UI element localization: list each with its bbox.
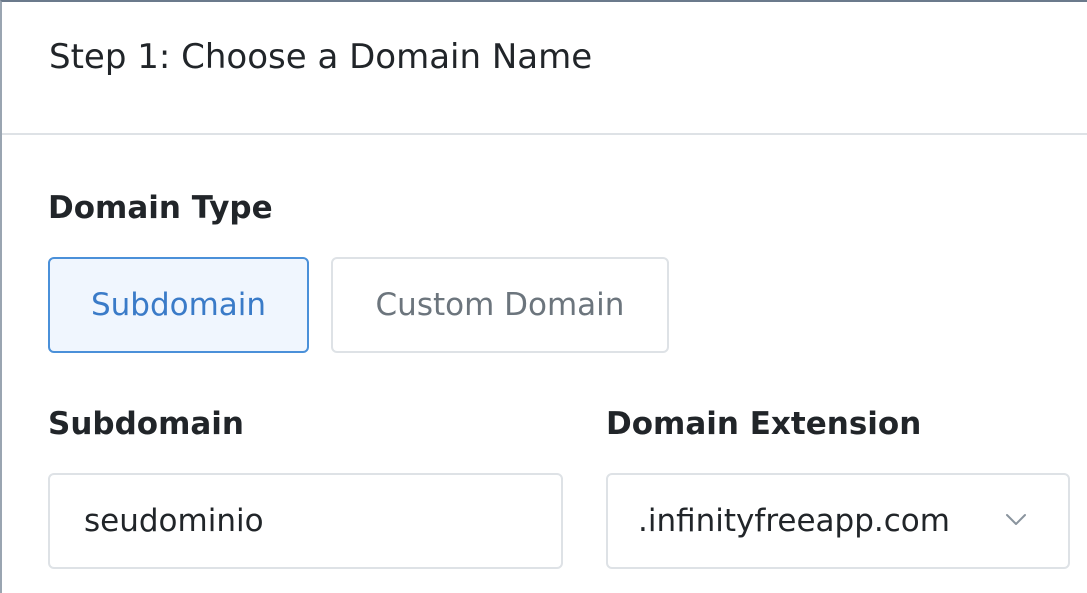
domain-extension-select[interactable]: .infinityfreeapp.com [606,473,1070,569]
subdomain-label: Subdomain [48,406,244,442]
card-header: Step 1: Choose a Domain Name [2,2,1087,135]
domain-type-label: Domain Type [48,190,273,226]
subdomain-option-button[interactable]: Subdomain [48,257,309,353]
domain-extension-value: .infinityfreeapp.com [638,503,950,539]
domain-extension-label: Domain Extension [606,406,922,442]
chevron-down-icon [1006,514,1026,525]
page-title: Step 1: Choose a Domain Name [49,37,593,77]
subdomain-input-value: seudominio [84,503,264,539]
custom-domain-option-button[interactable]: Custom Domain [331,257,669,353]
subdomain-input[interactable]: seudominio [48,473,563,569]
domain-step-card: Step 1: Choose a Domain Name Domain Type… [0,0,1087,593]
